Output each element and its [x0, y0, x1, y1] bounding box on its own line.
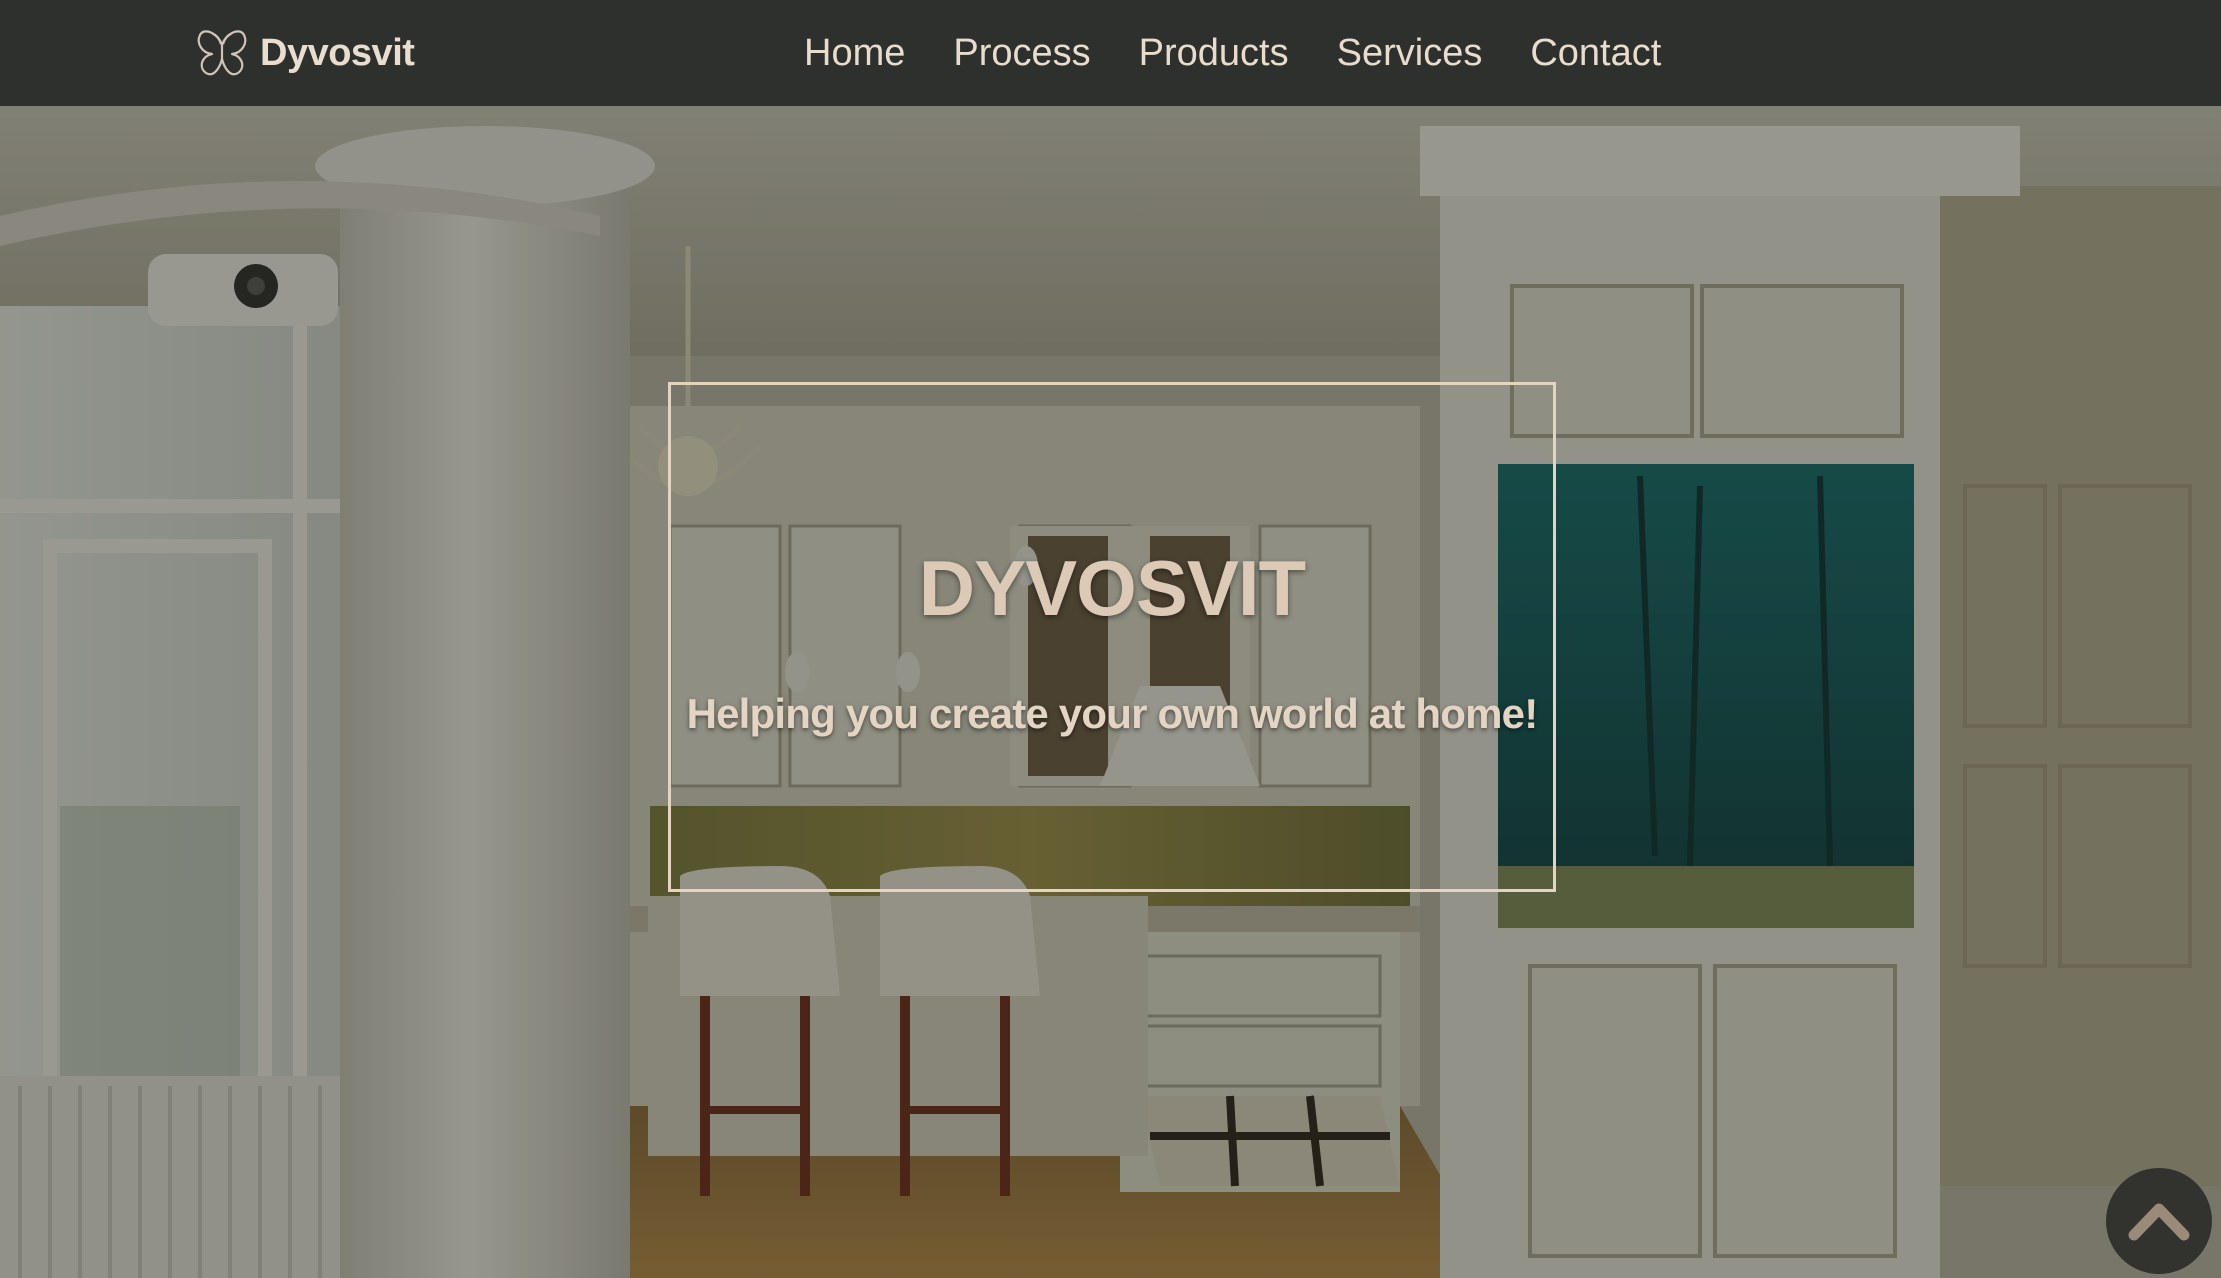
butterfly-icon	[192, 23, 252, 83]
page: Dyvosvit Home Process Products Services …	[0, 0, 2221, 1278]
hero-title: DYVOSVIT	[918, 544, 1306, 632]
brand-name: Dyvosvit	[260, 31, 415, 74]
nav-link-process[interactable]: Process	[953, 32, 1090, 75]
nav-menu: Home Process Products Services Contact	[780, 16, 1685, 90]
brand-link[interactable]: Dyvosvit	[192, 16, 415, 90]
back-to-top-button[interactable]	[2106, 1168, 2212, 1274]
hero-title-frame: DYVOSVIT Helping you create your own wor…	[668, 382, 1556, 892]
hero-section: DYVOSVIT Helping you create your own wor…	[0, 106, 2221, 1278]
navbar: Dyvosvit Home Process Products Services …	[0, 0, 2221, 106]
nav-link-products[interactable]: Products	[1139, 32, 1289, 75]
nav-link-services[interactable]: Services	[1337, 32, 1483, 75]
hero-subtitle: Helping you create your own world at hom…	[686, 690, 1539, 737]
nav-link-contact[interactable]: Contact	[1530, 32, 1661, 75]
nav-link-home[interactable]: Home	[804, 32, 905, 75]
chevron-up-icon	[2128, 1197, 2190, 1246]
